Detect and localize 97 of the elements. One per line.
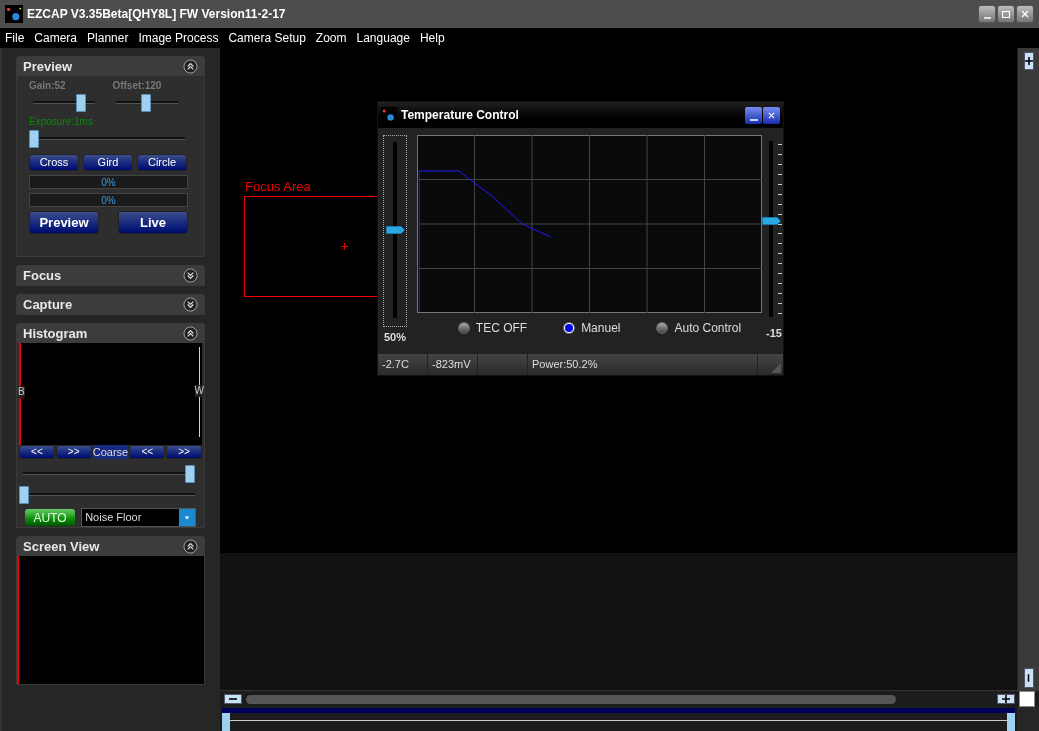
action-button[interactable]: Preview (29, 211, 99, 234)
close-icon (1021, 10, 1029, 18)
vertical-scroll-thumb[interactable] (1023, 668, 1034, 688)
dialog-title: Temperature Control (401, 107, 519, 124)
expand-icon[interactable] (183, 268, 198, 283)
expand-icon[interactable] (183, 297, 198, 312)
panel-header[interactable]: Capture (17, 295, 204, 314)
minimize-button[interactable] (745, 106, 762, 124)
menu-item[interactable]: Help (419, 29, 445, 47)
overlay-button[interactable]: Cross (29, 154, 79, 171)
horizontal-scroll-thumb[interactable] (246, 694, 896, 704)
minimize-icon (749, 118, 758, 121)
app-logo-icon (5, 5, 23, 23)
power-slider[interactable] (385, 142, 405, 318)
zoom-in-button[interactable] (997, 694, 1015, 704)
panel-title: Focus (23, 266, 62, 285)
menu-item[interactable]: Camera Setup (228, 29, 306, 47)
step-button[interactable]: >> (166, 445, 202, 460)
slider-thumb[interactable] (385, 226, 405, 234)
exposure-slider[interactable] (29, 130, 185, 148)
slider-thumb[interactable] (185, 465, 195, 484)
highlight-point-marker[interactable]: W (194, 385, 204, 397)
gain-label: Gain:52 (29, 80, 67, 92)
slider-thumb[interactable] (140, 94, 151, 112)
menu-item[interactable]: Zoom (315, 29, 347, 47)
minimize-icon (983, 17, 991, 19)
minus-icon (229, 695, 237, 703)
status-text: -2.7C (382, 357, 409, 373)
exposure-label: Exposure:1ms (29, 116, 93, 128)
panel-header[interactable]: Focus (17, 266, 204, 285)
maximize-icon (1002, 10, 1010, 18)
power-reading: 50% (384, 330, 406, 345)
plus-icon (1002, 695, 1010, 703)
slider-thumb[interactable] (76, 94, 87, 112)
collapse-icon[interactable] (183, 539, 198, 554)
grip-icon (1027, 673, 1030, 683)
slider-thumb[interactable] (762, 216, 781, 225)
menu-item[interactable]: Image Process (138, 29, 219, 47)
upper-slider[interactable] (23, 465, 195, 484)
offset-slider[interactable] (116, 94, 179, 112)
mode-radio[interactable]: Auto Control (656, 319, 742, 337)
collapse-icon[interactable] (183, 326, 198, 341)
panel-header[interactable]: Screen View (17, 537, 204, 556)
shadow-point-marker[interactable]: B (18, 386, 25, 398)
step-button[interactable]: << (19, 445, 55, 460)
gain-slider[interactable] (33, 94, 95, 112)
menu-item[interactable]: Planner (87, 29, 129, 47)
slider-thumb[interactable] (29, 130, 39, 148)
close-button[interactable] (1016, 5, 1034, 23)
corner-box (1019, 691, 1035, 707)
progress-reading: 0% (101, 193, 116, 208)
menu-item[interactable]: Camera (34, 29, 78, 47)
step-button[interactable]: >> (55, 445, 92, 460)
resize-grip-icon[interactable] (771, 363, 781, 373)
overlay-button[interactable]: Gird (83, 154, 133, 171)
panel-header[interactable]: Histogram (17, 324, 204, 343)
mode-radio[interactable]: TEC OFF (457, 319, 528, 337)
progress-reading: 0% (101, 175, 116, 190)
range-end-handle[interactable] (1007, 713, 1015, 731)
collapse-icon[interactable] (183, 59, 198, 74)
mode-radio[interactable]: Manuel (563, 319, 621, 337)
offset-label: Offset:120 (112, 80, 163, 92)
zoom-out-button[interactable] (224, 694, 242, 704)
panel-header[interactable]: Preview (17, 57, 204, 76)
app-logo-icon (381, 107, 397, 123)
radio-indicator[interactable] (457, 322, 470, 334)
panel-title: Preview (23, 57, 73, 76)
panel-title: Histogram (23, 324, 88, 343)
status-text: Power:50.2% (532, 357, 598, 373)
target-temperature-reading: -15 (766, 326, 782, 341)
zoom-in-button[interactable] (1023, 52, 1034, 70)
dropdown-arrow-icon[interactable] (184, 514, 190, 521)
action-button[interactable]: Live (118, 211, 188, 234)
crosshair-icon (341, 243, 348, 250)
menu-item[interactable]: Language (356, 29, 410, 47)
step-mode-label: Coarse (92, 445, 129, 460)
overlay-button[interactable]: Circle (137, 154, 187, 171)
window-title: EZCAP V3.35Beta[QHY8L] FW Version11-2-17 (27, 6, 286, 23)
auto-button[interactable]: AUTO (25, 509, 76, 526)
mode-dropdown[interactable]: Noise Floor (81, 508, 196, 527)
minimize-button[interactable] (978, 5, 996, 23)
frame-range-slider[interactable] (222, 713, 1015, 731)
maximize-button[interactable] (997, 5, 1015, 23)
menu-item[interactable]: File (5, 29, 25, 47)
close-button[interactable] (763, 106, 780, 124)
step-button[interactable]: << (129, 445, 166, 460)
panel-title: Capture (23, 295, 73, 314)
radio-indicator[interactable] (656, 322, 669, 334)
range-start-handle[interactable] (222, 713, 230, 731)
panel-title: Screen View (23, 537, 100, 556)
lower-slider[interactable] (19, 486, 195, 504)
radio-indicator[interactable] (563, 322, 576, 334)
close-icon (768, 111, 775, 119)
status-text: -823mV (432, 357, 471, 373)
slider-thumb[interactable] (19, 486, 29, 505)
plus-icon (1024, 57, 1033, 65)
focus-area-label: Focus Area (245, 180, 311, 193)
